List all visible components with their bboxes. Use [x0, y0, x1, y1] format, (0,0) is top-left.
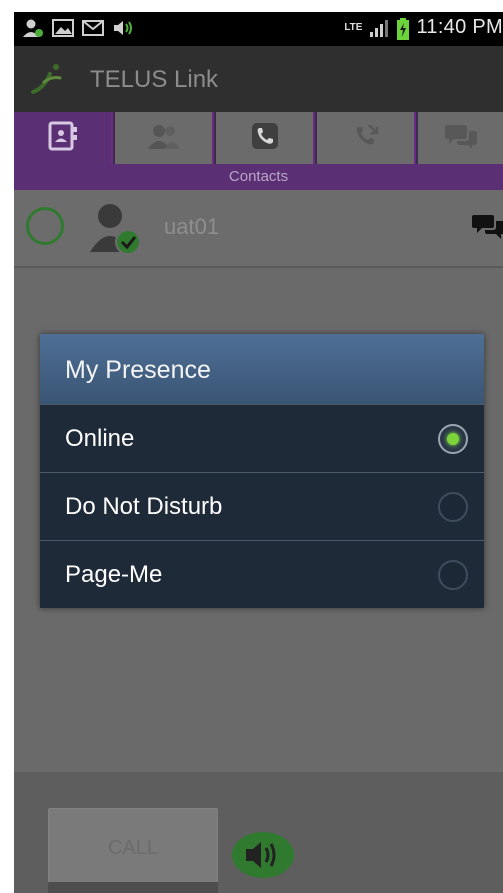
speaker-icon[interactable]	[230, 830, 296, 880]
option-label: Online	[65, 425, 135, 452]
presence-dialog: My Presence Online Do Not Disturb Page-M…	[40, 334, 484, 608]
app-title: TELUS Link	[90, 66, 219, 93]
radio-unselected-icon[interactable]	[438, 560, 468, 590]
chat-icon[interactable]	[472, 212, 503, 242]
signal-icon	[368, 18, 390, 38]
radio-selected-icon[interactable]	[438, 424, 468, 454]
status-right-icons: LTE 11:40 PM	[344, 16, 503, 40]
tab-phone[interactable]	[216, 112, 315, 164]
avatar	[88, 200, 142, 256]
presence-option-online[interactable]: Online	[40, 404, 484, 472]
option-label: Page-Me	[65, 561, 163, 588]
active-tab-strip: Contacts	[14, 164, 503, 190]
mail-icon	[82, 18, 104, 38]
option-label: Do Not Disturb	[65, 493, 223, 520]
tab-messages[interactable]	[418, 112, 503, 164]
presence-status-icon[interactable]	[26, 207, 64, 245]
telus-logo-icon	[30, 62, 66, 96]
contacts-book-icon	[47, 121, 79, 156]
radio-unselected-icon[interactable]	[438, 492, 468, 522]
call-button-shadow	[48, 882, 218, 893]
tab-bar	[14, 112, 503, 164]
tab-call-log[interactable]	[317, 112, 416, 164]
status-bar: LTE 11:40 PM	[14, 12, 503, 46]
active-tab-label: Contacts	[228, 168, 289, 185]
picture-icon	[52, 18, 74, 38]
tab-contacts[interactable]	[14, 112, 113, 164]
battery-charging-icon	[396, 17, 410, 40]
dialog-header: My Presence	[40, 334, 484, 404]
volume-icon	[112, 18, 134, 38]
call-button[interactable]: CALL	[48, 808, 218, 888]
contact-row[interactable]: uat01	[14, 190, 503, 268]
tab-people[interactable]	[115, 112, 214, 164]
phone-screen: LTE 11:40 PM TELUS Link Contacts uat01 C…	[14, 12, 503, 893]
status-left-icons	[22, 18, 134, 38]
chat-bubbles-icon	[444, 121, 478, 156]
presence-option-do-not-disturb[interactable]: Do Not Disturb	[40, 472, 484, 540]
clock: 11:40 PM	[416, 16, 503, 38]
lte-data-icon: LTE	[344, 21, 363, 33]
contact-notify-icon	[22, 18, 44, 38]
presence-option-page-me[interactable]: Page-Me	[40, 540, 484, 608]
app-title-bar: TELUS Link	[14, 46, 503, 112]
call-button-label: CALL	[107, 836, 159, 859]
contact-name: uat01	[164, 214, 220, 239]
phone-icon	[250, 121, 280, 156]
dialog-title: My Presence	[65, 356, 211, 384]
people-icon	[146, 121, 182, 156]
call-log-icon	[351, 121, 381, 156]
